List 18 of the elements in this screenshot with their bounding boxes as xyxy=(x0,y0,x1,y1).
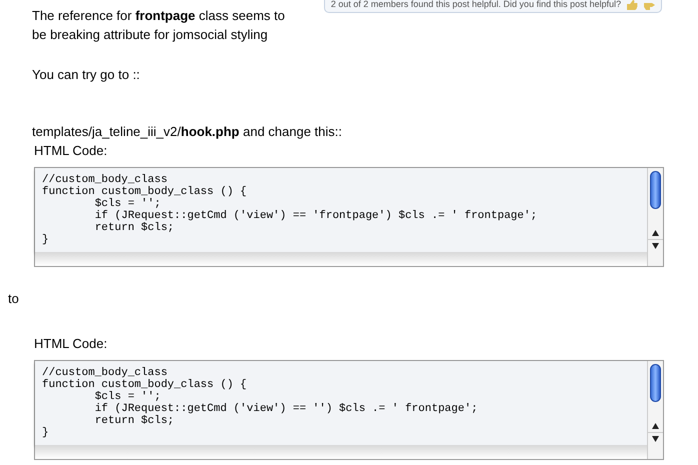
scroll-down-icon[interactable] xyxy=(652,436,659,442)
thumbs-up-icon[interactable] xyxy=(627,0,638,10)
code-label: HTML Code: xyxy=(34,335,108,353)
post-text: The reference for frontpage class seems to be breaking attribute for jomsocial styling xyxy=(32,7,286,44)
scrollbar[interactable] xyxy=(647,360,663,458)
scroll-thumb[interactable] xyxy=(650,364,661,402)
scrollbar[interactable] xyxy=(647,168,663,266)
scroll-down-icon[interactable] xyxy=(652,242,659,248)
post-text: templates/ja_teline_iii_v2/hook.php and change this:: xyxy=(32,122,344,141)
post-text: You can try go to :: xyxy=(32,66,141,84)
code-text: //custom_body_class function custom_body_class () { $cls = ''; if (JRequest::getCmd ('view') == 'frontpage') $cls .= ' frontpage'; return $cls; } xyxy=(35,168,647,252)
helpful-text: 2 out of 2 members found this post helpful. Did you find this post helpful? xyxy=(330,0,621,12)
code-text: //custom_body_class function custom_body_class () { $cls = ''; if (JRequest::getCmd ('view') == '') $cls .= ' frontpage'; return $cls; } xyxy=(35,360,647,444)
post-text: to xyxy=(8,290,20,308)
code-label: HTML Code: xyxy=(34,142,108,160)
scroll-thumb[interactable] xyxy=(650,170,661,208)
scroll-up-icon[interactable] xyxy=(652,422,659,428)
scroll-up-icon[interactable] xyxy=(652,230,659,236)
